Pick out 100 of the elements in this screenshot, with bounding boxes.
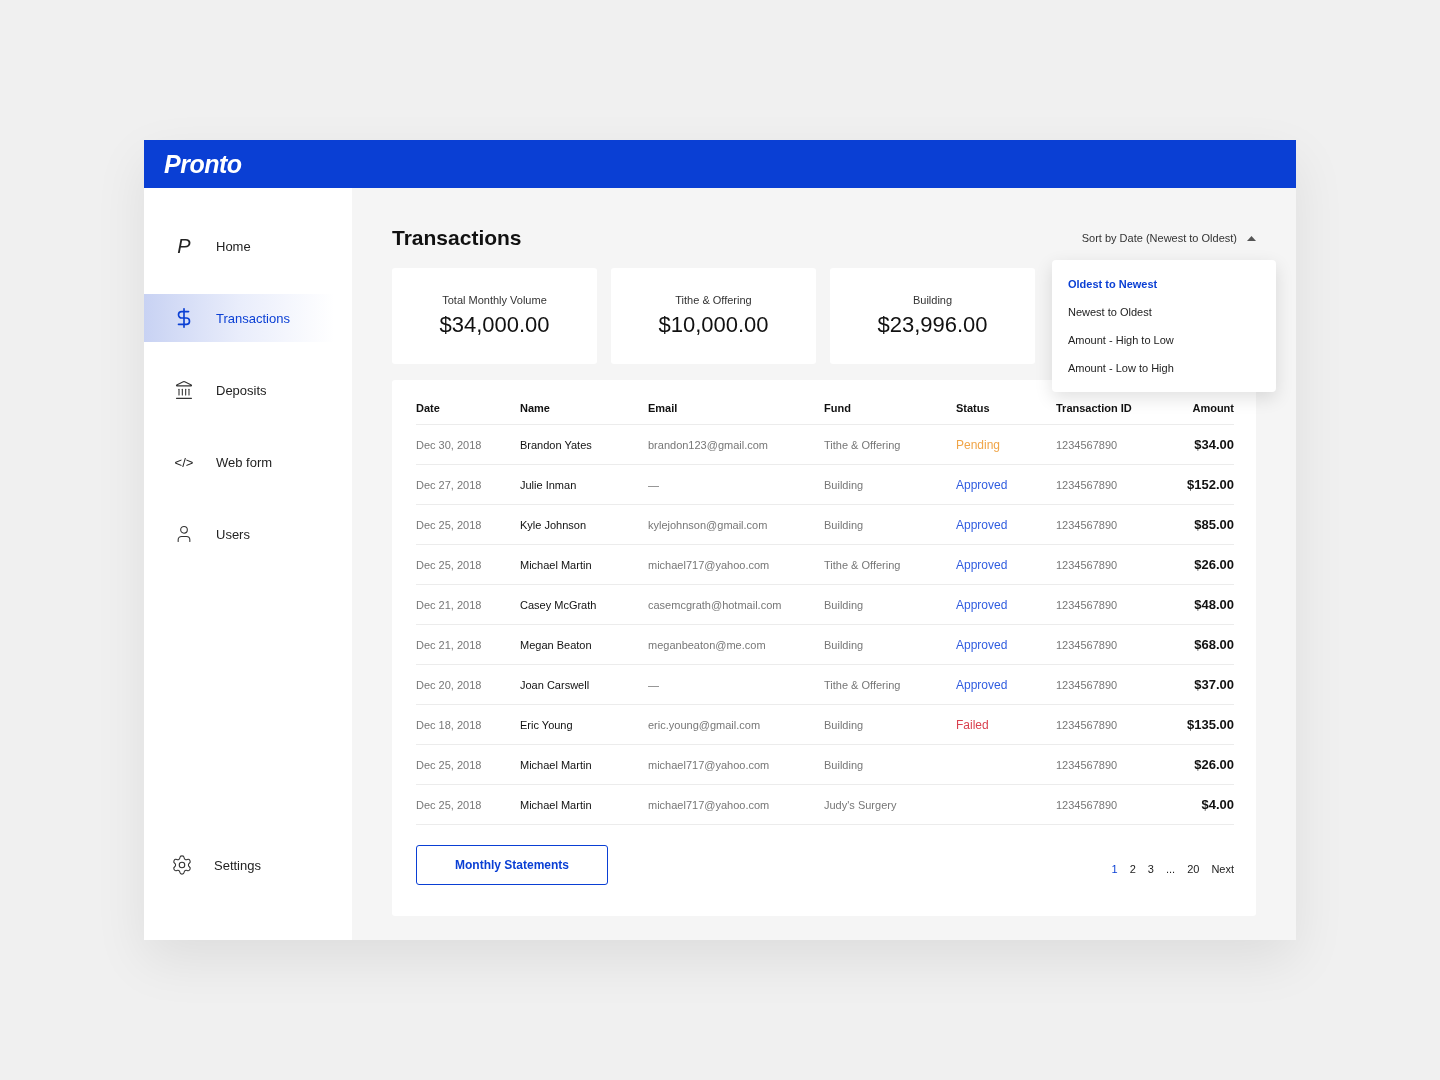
amount-cell: $37.00 (1166, 664, 1234, 705)
name-cell: Julie Inman (520, 464, 648, 505)
page-link[interactable]: 20 (1187, 863, 1200, 875)
sort-dropdown[interactable]: Sort by Date (Newest to Oldest) (1081, 232, 1256, 244)
email-cell: — (648, 464, 824, 505)
page-link[interactable]: 1 (1111, 863, 1118, 875)
sort-option[interactable]: Amount - Low to High (1052, 354, 1276, 382)
status-cell: Approved (956, 544, 1056, 585)
glyph-icon: P (177, 234, 191, 258)
transaction-id-cell: 1234567890 (1056, 744, 1166, 785)
name-cell: Michael Martin (520, 744, 648, 785)
name-cell: Brandon Yates (520, 424, 648, 465)
fund-cell: Judy's Surgery (824, 784, 956, 825)
date-cell: Dec 18, 2018 (416, 704, 520, 745)
fund-cell: Tithe & Offering (824, 424, 956, 465)
fund-cell: Tithe & Offering (824, 544, 956, 585)
fund-cell: Building (824, 584, 956, 625)
monthly-statements-button[interactable]: Monthly Statements (416, 845, 608, 885)
transaction-id-cell: 1234567890 (1056, 664, 1166, 705)
date-cell: Dec 25, 2018 (416, 504, 520, 545)
email-cell: michael717@yahoo.com (648, 744, 824, 785)
status-cell: Failed (956, 704, 1056, 745)
email-cell: eric.young@gmail.com (648, 704, 824, 745)
column-header: Email (648, 392, 824, 425)
page-link[interactable]: 2 (1129, 863, 1136, 875)
name-cell: Eric Young (520, 704, 648, 745)
transaction-id-cell: 1234567890 (1056, 784, 1166, 825)
status-cell: Approved (956, 624, 1056, 665)
status-cell: Approved (956, 504, 1056, 545)
column-header: Transaction ID (1056, 392, 1166, 425)
transaction-id-cell: 1234567890 (1056, 704, 1166, 745)
date-cell: Dec 25, 2018 (416, 784, 520, 825)
stat-value: $34,000.00 (439, 312, 550, 338)
amount-cell: $26.00 (1166, 744, 1234, 785)
settings-item[interactable]: Settings (144, 854, 352, 876)
logo: Pronto (164, 149, 242, 179)
stat-value: $23,996.00 (877, 312, 988, 338)
date-cell: Dec 25, 2018 (416, 744, 520, 785)
email-cell: michael717@yahoo.com (648, 544, 824, 585)
email-cell: kylejohnson@gmail.com (648, 504, 824, 545)
transaction-id-cell: 1234567890 (1056, 544, 1166, 585)
transaction-id-cell: 1234567890 (1056, 504, 1166, 545)
date-cell: Dec 20, 2018 (416, 664, 520, 705)
date-cell: Dec 21, 2018 (416, 624, 520, 665)
status-cell: Approved (956, 664, 1056, 705)
transaction-id-cell: 1234567890 (1056, 424, 1166, 465)
email-cell: brandon123@gmail.com (648, 424, 824, 465)
email-cell: michael717@yahoo.com (648, 784, 824, 825)
page-title: Transactions (392, 226, 522, 250)
date-cell: Dec 27, 2018 (416, 464, 520, 505)
amount-cell: $48.00 (1166, 584, 1234, 625)
caret-icon (1247, 235, 1256, 241)
column-header: Fund (824, 392, 956, 425)
fund-cell: Building (824, 504, 956, 545)
next-link[interactable]: Next (1211, 863, 1234, 875)
column-header: Date (416, 392, 520, 425)
date-cell: Dec 25, 2018 (416, 544, 520, 585)
email-cell: casemcgrath@hotmail.com (648, 584, 824, 625)
stat-label: Building (912, 294, 953, 306)
fund-cell: Building (824, 464, 956, 505)
sort-option[interactable]: Newest to Oldest (1052, 298, 1276, 326)
date-cell: Dec 21, 2018 (416, 584, 520, 625)
glyph-icon: </> (174, 454, 194, 470)
bank-icon (174, 380, 194, 400)
amount-cell: $26.00 (1166, 544, 1234, 585)
stat-value: $10,000.00 (658, 312, 769, 338)
fund-cell: Tithe & Offering (824, 664, 956, 705)
status-cell: Approved (956, 584, 1056, 625)
page-link[interactable]: ... (1165, 863, 1176, 875)
column-header: Status (956, 392, 1056, 425)
fund-cell: Building (824, 624, 956, 665)
page-link[interactable]: 3 (1147, 863, 1154, 875)
stat-label: Tithe & Offering (675, 294, 752, 306)
status-cell: Pending (956, 424, 1056, 465)
sidebar-item[interactable]: </> Web form (144, 438, 334, 486)
amount-cell: $34.00 (1166, 424, 1234, 465)
email-cell: meganbeaton@me.com (648, 624, 824, 665)
fund-cell: Building (824, 704, 956, 745)
name-cell: Michael Martin (520, 784, 648, 825)
sidebar-item[interactable]: P Home (144, 222, 334, 270)
name-cell: Megan Beaton (520, 624, 648, 665)
name-cell: Michael Martin (520, 544, 648, 585)
name-cell: Casey McGrath (520, 584, 648, 625)
amount-cell: $4.00 (1166, 784, 1234, 825)
amount-cell: $68.00 (1166, 624, 1234, 665)
transaction-id-cell: 1234567890 (1056, 464, 1166, 505)
status-cell: Approved (956, 464, 1056, 505)
name-cell: Joan Carswell (520, 664, 648, 705)
column-header: Name (520, 392, 648, 425)
email-cell: — (648, 664, 824, 705)
amount-cell: $152.00 (1166, 464, 1234, 505)
transaction-id-cell: 1234567890 (1056, 624, 1166, 665)
sort-option[interactable]: Amount - High to Low (1052, 326, 1276, 354)
sort-option[interactable]: Oldest to Newest (1052, 270, 1276, 298)
stat-label: Total Monthly Volume (442, 294, 547, 306)
name-cell: Kyle Johnson (520, 504, 648, 545)
fund-cell: Building (824, 744, 956, 785)
sidebar-item[interactable]: Deposits (144, 366, 334, 414)
amount-cell: $85.00 (1166, 504, 1234, 545)
sidebar-item[interactable]: Users (144, 510, 334, 558)
